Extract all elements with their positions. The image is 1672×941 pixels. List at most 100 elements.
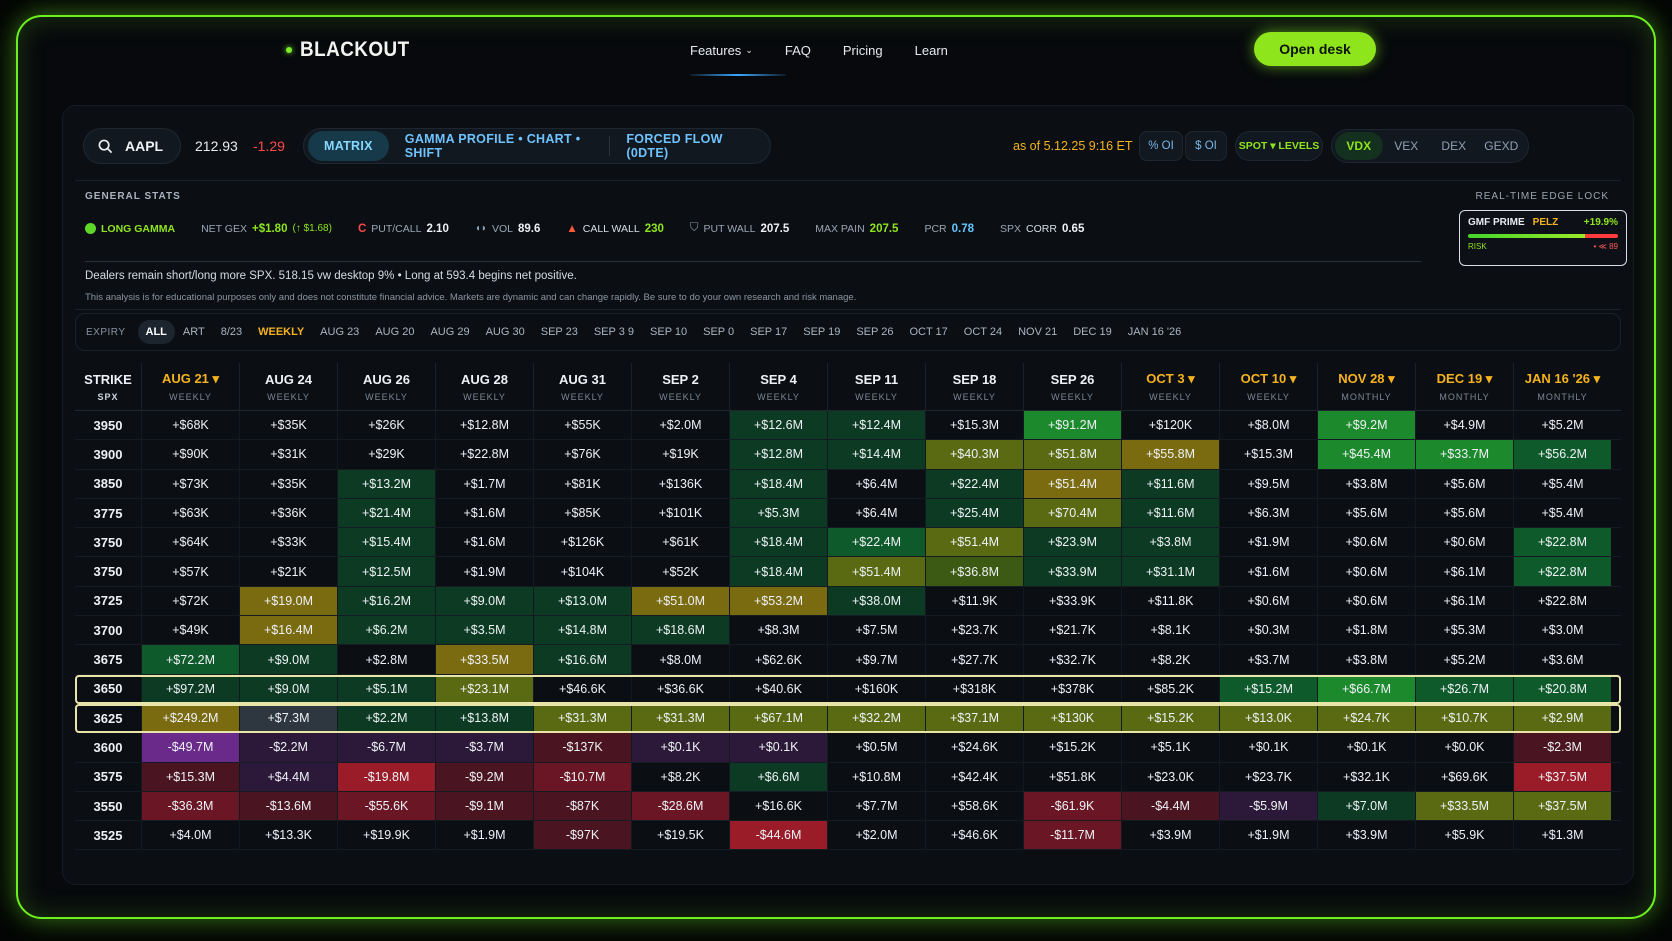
matrix-cell[interactable]: +$32.2M xyxy=(827,703,925,733)
matrix-cell[interactable]: +$11.6M xyxy=(1121,498,1219,528)
matrix-cell[interactable]: +$57K xyxy=(141,557,239,586)
matrix-cell[interactable]: +$101K xyxy=(631,498,729,528)
dollar-oi-toggle[interactable]: $ OI xyxy=(1185,131,1227,161)
matrix-cell[interactable]: +$33.7M xyxy=(1415,440,1513,469)
matrix-cell[interactable]: +$37.5M xyxy=(1513,791,1611,821)
matrix-cell[interactable]: +$26.7M xyxy=(1415,674,1513,703)
expiry-column-header[interactable]: SEP 26 WEEKLY xyxy=(1023,363,1121,410)
matrix-cell[interactable]: +$33.5M xyxy=(435,645,533,674)
matrix-cell[interactable]: +$4.9M xyxy=(1415,411,1513,440)
matrix-cell[interactable]: +$16.2M xyxy=(337,586,435,616)
strike-row[interactable]: 3750 +$64K +$33K +$15.4M +$1.6M +$126K +$61K +$… xyxy=(75,528,1621,558)
matrix-cell[interactable]: +$15.2M xyxy=(1219,674,1317,703)
matrix-cell[interactable]: -$10.7M xyxy=(533,762,631,791)
expiry-column-header[interactable]: DEC 19 ▾ MONTHLY xyxy=(1415,363,1513,410)
nav-link-pricing[interactable]: Pricing xyxy=(843,43,883,58)
matrix-cell[interactable]: +$8.0M xyxy=(631,645,729,674)
expiry-column-header[interactable]: AUG 31 WEEKLY xyxy=(533,363,631,410)
matrix-cell[interactable]: +$0.6M xyxy=(1317,557,1415,586)
matrix-cell[interactable]: +$19K xyxy=(631,440,729,469)
matrix-cell[interactable]: +$49K xyxy=(141,616,239,645)
expiry-chip[interactable]: OCT 17 xyxy=(901,320,955,344)
matrix-cell[interactable]: +$1.7M xyxy=(435,469,533,498)
matrix-cell[interactable]: +$29K xyxy=(337,440,435,469)
matrix-cell[interactable]: +$9.5M xyxy=(1219,469,1317,498)
matrix-cell[interactable]: +$31.1M xyxy=(1121,557,1219,586)
matrix-cell[interactable]: +$81K xyxy=(533,469,631,498)
matrix-cell[interactable]: +$91.2M xyxy=(1023,411,1121,440)
matrix-cell[interactable]: +$3.9M xyxy=(1317,821,1415,850)
matrix-cell[interactable]: +$33.9M xyxy=(1023,557,1121,586)
expiry-chip[interactable]: ALL xyxy=(137,320,175,344)
expiry-chip[interactable]: AUG 23 xyxy=(312,320,367,344)
expiry-chip[interactable]: AUG 29 xyxy=(422,320,477,344)
matrix-cell[interactable]: +$25.4M xyxy=(925,498,1023,528)
matrix-cell[interactable]: +$36.6K xyxy=(631,674,729,703)
matrix-cell[interactable]: +$8.2K xyxy=(631,762,729,791)
matrix-cell[interactable]: +$52K xyxy=(631,557,729,586)
matrix-cell[interactable]: +$55K xyxy=(533,411,631,440)
matrix-cell[interactable]: +$51.8M xyxy=(1023,440,1121,469)
strike-row[interactable]: 3700 +$49K +$16.4M +$6.2M +$3.5M +$14.8M +$18.… xyxy=(75,616,1621,646)
matrix-cell[interactable]: +$130K xyxy=(1023,703,1121,733)
matrix-cell[interactable]: -$13.6M xyxy=(239,791,337,821)
matrix-cell[interactable]: +$55.8M xyxy=(1121,440,1219,469)
tab-vex[interactable]: VEX xyxy=(1383,132,1431,160)
nav-link-learn[interactable]: Learn xyxy=(915,43,948,58)
strike-row[interactable]: 3575 +$15.3M +$4.4M -$19.8M -$9.2M -$10.7M +$8… xyxy=(75,762,1621,792)
matrix-cell[interactable]: +$6.4M xyxy=(827,498,925,528)
matrix-cell[interactable]: +$1.9M xyxy=(1219,821,1317,850)
expiry-column-header[interactable]: JAN 16 '26 ▾ MONTHLY xyxy=(1513,363,1611,410)
matrix-cell[interactable]: +$13.0K xyxy=(1219,703,1317,733)
matrix-cell[interactable]: +$11.9K xyxy=(925,586,1023,616)
matrix-cell[interactable]: +$51.4M xyxy=(827,557,925,586)
matrix-cell[interactable]: +$31.3M xyxy=(631,703,729,733)
matrix-cell[interactable]: +$6.3M xyxy=(1219,498,1317,528)
matrix-cell[interactable]: +$33.5M xyxy=(1415,791,1513,821)
expiry-chip[interactable]: DEC 19 xyxy=(1065,320,1120,344)
expiry-chip[interactable]: SEP 19 xyxy=(795,320,848,344)
matrix-cell[interactable]: +$51.4M xyxy=(925,528,1023,557)
strike-row[interactable]: 3550 -$36.3M -$13.6M -$55.6K -$9.1M -$87K -$28… xyxy=(75,791,1621,822)
matrix-cell[interactable]: +$12.4M xyxy=(827,411,925,440)
matrix-cell[interactable]: +$3.8M xyxy=(1121,528,1219,557)
tab-forced-flow[interactable]: FORCED FLOW (0DTE) xyxy=(610,131,766,161)
matrix-cell[interactable]: -$44.6M xyxy=(729,821,827,850)
matrix-cell[interactable]: +$9.0M xyxy=(435,586,533,616)
matrix-cell[interactable]: +$97.2M xyxy=(141,674,239,703)
strike-row[interactable]: 3725 +$72K +$19.0M +$16.2M +$9.0M +$13.0M +$51… xyxy=(75,586,1621,617)
matrix-cell[interactable]: +$4.4M xyxy=(239,762,337,791)
matrix-cell[interactable]: -$28.6M xyxy=(631,791,729,821)
matrix-cell[interactable]: +$24.7K xyxy=(1317,703,1415,733)
expiry-chip[interactable]: SEP 26 xyxy=(848,320,901,344)
expiry-chip[interactable]: SEP 3 9 xyxy=(586,320,642,344)
matrix-cell[interactable]: +$20.8M xyxy=(1513,674,1611,703)
open-desk-button[interactable]: Open desk xyxy=(1254,32,1376,66)
matrix-cell[interactable]: +$5.6M xyxy=(1415,469,1513,498)
matrix-cell[interactable]: -$87K xyxy=(533,791,631,821)
matrix-cell[interactable]: +$10.8M xyxy=(827,762,925,791)
matrix-cell[interactable]: +$14.8M xyxy=(533,616,631,645)
expiry-chip[interactable]: SEP 0 xyxy=(695,320,742,344)
matrix-cell[interactable]: +$8.0M xyxy=(1219,411,1317,440)
matrix-cell[interactable]: +$21.7K xyxy=(1023,616,1121,645)
expiry-column-header[interactable]: OCT 3 ▾ WEEKLY xyxy=(1121,363,1219,410)
matrix-cell[interactable]: +$8.1K xyxy=(1121,616,1219,645)
matrix-cell[interactable]: +$12.6M xyxy=(729,411,827,440)
matrix-cell[interactable]: +$0.6M xyxy=(1415,528,1513,557)
matrix-cell[interactable]: +$72.2M xyxy=(141,645,239,674)
matrix-cell[interactable]: +$15.2K xyxy=(1121,703,1219,733)
matrix-cell[interactable]: +$0.5M xyxy=(827,733,925,762)
matrix-cell[interactable]: +$18.4M xyxy=(729,557,827,586)
matrix-cell[interactable]: +$51.4M xyxy=(1023,469,1121,498)
matrix-cell[interactable]: +$5.2M xyxy=(1513,411,1611,440)
matrix-cell[interactable]: +$0.1K xyxy=(729,733,827,762)
matrix-cell[interactable]: +$58.6K xyxy=(925,791,1023,821)
matrix-cell[interactable]: +$21.4M xyxy=(337,498,435,528)
matrix-cell[interactable]: +$0.0K xyxy=(1415,733,1513,762)
matrix-cell[interactable]: +$37.5M xyxy=(1513,762,1611,791)
matrix-cell[interactable]: -$9.1M xyxy=(435,791,533,821)
matrix-cell[interactable]: +$3.6M xyxy=(1513,645,1611,674)
matrix-cell[interactable]: +$7.5M xyxy=(827,616,925,645)
matrix-cell[interactable]: +$72K xyxy=(141,586,239,616)
